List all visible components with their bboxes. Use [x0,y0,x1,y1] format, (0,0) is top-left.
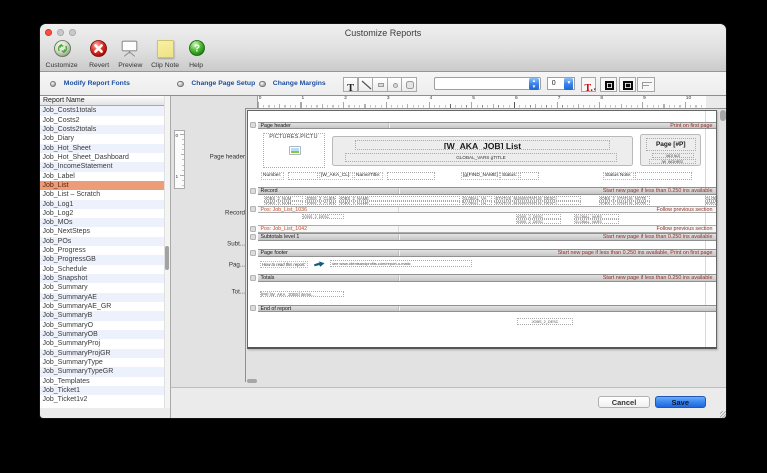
svg-text:?: ? [194,44,200,55]
